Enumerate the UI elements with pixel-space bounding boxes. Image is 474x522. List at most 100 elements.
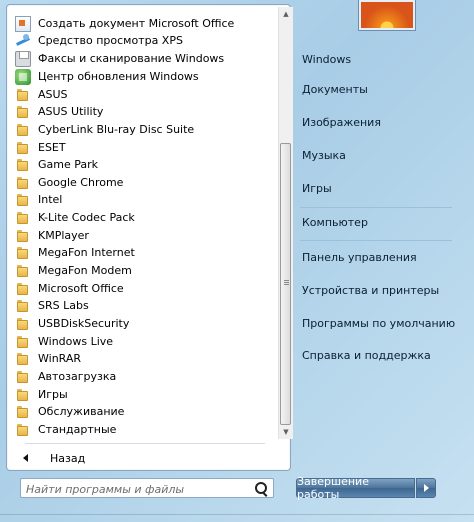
program-label: Обслуживание xyxy=(38,405,125,418)
program-item[interactable]: Microsoft Office xyxy=(11,280,273,297)
scroll-thumb[interactable] xyxy=(280,143,291,425)
right-link[interactable]: Музыка xyxy=(298,143,458,167)
program-label: Google Chrome xyxy=(38,176,124,189)
program-label: MegaFon Modem xyxy=(38,264,132,277)
program-item[interactable]: Game Park xyxy=(11,156,273,173)
program-item[interactable]: Игры xyxy=(11,386,273,403)
folder-icon xyxy=(15,387,31,403)
scroll-grip xyxy=(284,280,289,286)
right-link[interactable]: Устройства и принтеры xyxy=(298,278,458,302)
program-label: WinRAR xyxy=(38,352,82,365)
program-item[interactable]: Windows Live xyxy=(11,333,273,350)
search-box[interactable] xyxy=(20,478,274,498)
program-item[interactable]: ESET xyxy=(11,139,273,156)
program-label: SRS Labs xyxy=(38,299,89,312)
program-label: USBDiskSecurity xyxy=(38,317,130,330)
program-item[interactable]: Google Chrome xyxy=(11,174,273,191)
xps-viewer-icon xyxy=(15,33,31,49)
user-picture[interactable] xyxy=(359,0,415,30)
scroll-up-arrow[interactable]: ▲ xyxy=(279,7,293,21)
program-item[interactable]: Факсы и сканирование Windows xyxy=(11,50,273,67)
start-menu: Создать документ Microsoft Office Средств… xyxy=(0,0,474,522)
office-doc-icon xyxy=(15,15,31,32)
back-arrow-icon xyxy=(23,454,28,462)
program-label: ESET xyxy=(38,141,66,154)
folder-icon xyxy=(15,192,31,208)
program-label: Автозагрузка xyxy=(38,370,117,383)
program-item[interactable]: MegaFon Modem xyxy=(11,262,273,279)
folder-icon xyxy=(15,140,31,156)
folder-icon xyxy=(15,263,31,279)
back-label: Назад xyxy=(50,451,86,465)
right-link[interactable]: Справка и поддержка xyxy=(298,343,458,367)
program-item[interactable]: Обслуживание xyxy=(11,403,273,420)
windows-update-icon xyxy=(15,68,31,85)
right-divider-2 xyxy=(300,240,452,241)
folder-icon xyxy=(15,245,31,261)
program-item[interactable]: USBDiskSecurity xyxy=(11,315,273,332)
folder-icon xyxy=(15,298,31,314)
back-button[interactable]: Назад xyxy=(19,448,85,468)
program-item[interactable]: KMPlayer xyxy=(11,227,273,244)
program-item[interactable]: Создать документ Microsoft Office xyxy=(11,15,273,32)
program-label: Intel xyxy=(38,193,63,206)
programs-list: Создать документ Microsoft Office Средств… xyxy=(7,5,275,439)
program-item[interactable]: Стандартные xyxy=(11,421,273,438)
program-item[interactable]: Средство просмотра XPS xyxy=(11,32,273,49)
shutdown-button[interactable]: Завершение работы xyxy=(296,475,415,501)
taskbar-edge xyxy=(0,514,474,515)
program-label: MegaFon Internet xyxy=(38,246,135,259)
shutdown-options-button[interactable] xyxy=(416,478,436,498)
program-label: Факсы и сканирование Windows xyxy=(38,52,225,65)
folder-icon xyxy=(15,210,31,226)
search-input[interactable] xyxy=(24,480,252,498)
folder-icon xyxy=(15,369,31,385)
program-item[interactable]: Центр обновления Windows xyxy=(11,68,273,85)
folder-icon xyxy=(15,422,31,438)
program-label: K-Lite Codec Pack xyxy=(38,211,135,224)
program-item[interactable]: MegaFon Internet xyxy=(11,244,273,261)
program-item[interactable]: SRS Labs xyxy=(11,297,273,314)
program-label: Windows Live xyxy=(38,335,114,348)
right-link[interactable]: Документы xyxy=(298,77,458,101)
program-label: Средство просмотра XPS xyxy=(38,34,183,47)
program-item[interactable]: WinRAR xyxy=(11,350,273,367)
program-label: Создать документ Microsoft Office xyxy=(38,17,235,30)
folder-icon xyxy=(15,404,31,420)
shutdown-label: Завершение работы xyxy=(297,475,369,501)
folder-icon xyxy=(15,228,31,244)
program-label: Игры xyxy=(38,388,68,401)
right-link[interactable]: Программы по умолчанию xyxy=(298,311,458,335)
program-label: ASUS xyxy=(38,88,68,101)
program-item[interactable]: CyberLink Blu-ray Disc Suite xyxy=(11,121,273,138)
folder-icon xyxy=(15,104,31,120)
folder-icon xyxy=(15,175,31,191)
program-item[interactable]: K-Lite Codec Pack xyxy=(11,209,273,226)
program-label: CyberLink Blu-ray Disc Suite xyxy=(38,123,195,136)
right-divider-1 xyxy=(300,207,452,208)
fax-scan-icon xyxy=(15,50,31,67)
program-label: ASUS Utility xyxy=(38,105,104,118)
folder-icon xyxy=(15,351,31,367)
programs-divider xyxy=(25,443,265,444)
program-label: KMPlayer xyxy=(38,229,89,242)
folder-icon xyxy=(15,281,31,297)
right-link[interactable]: Панель управления xyxy=(298,245,458,269)
program-item[interactable]: Intel xyxy=(11,191,273,208)
program-label: Game Park xyxy=(38,158,99,171)
scrollbar[interactable]: ▲ ▼ xyxy=(278,7,293,439)
folder-icon xyxy=(15,157,31,173)
search-icon[interactable] xyxy=(255,482,267,494)
program-label: Microsoft Office xyxy=(38,282,124,295)
right-link[interactable]: Компьютер xyxy=(298,210,458,234)
scroll-down-arrow[interactable]: ▼ xyxy=(279,425,293,439)
folder-icon xyxy=(15,122,31,138)
program-item[interactable]: Автозагрузка xyxy=(11,368,273,385)
right-link[interactable]: Игры xyxy=(298,176,458,200)
right-link[interactable]: Изображения xyxy=(298,110,458,134)
right-link[interactable]: Windows xyxy=(298,47,458,71)
program-item[interactable]: ASUS xyxy=(11,86,273,103)
programs-pane: Создать документ Microsoft Office Средств… xyxy=(6,4,293,471)
program-item[interactable]: ASUS Utility xyxy=(11,103,273,120)
folder-icon xyxy=(15,334,31,350)
